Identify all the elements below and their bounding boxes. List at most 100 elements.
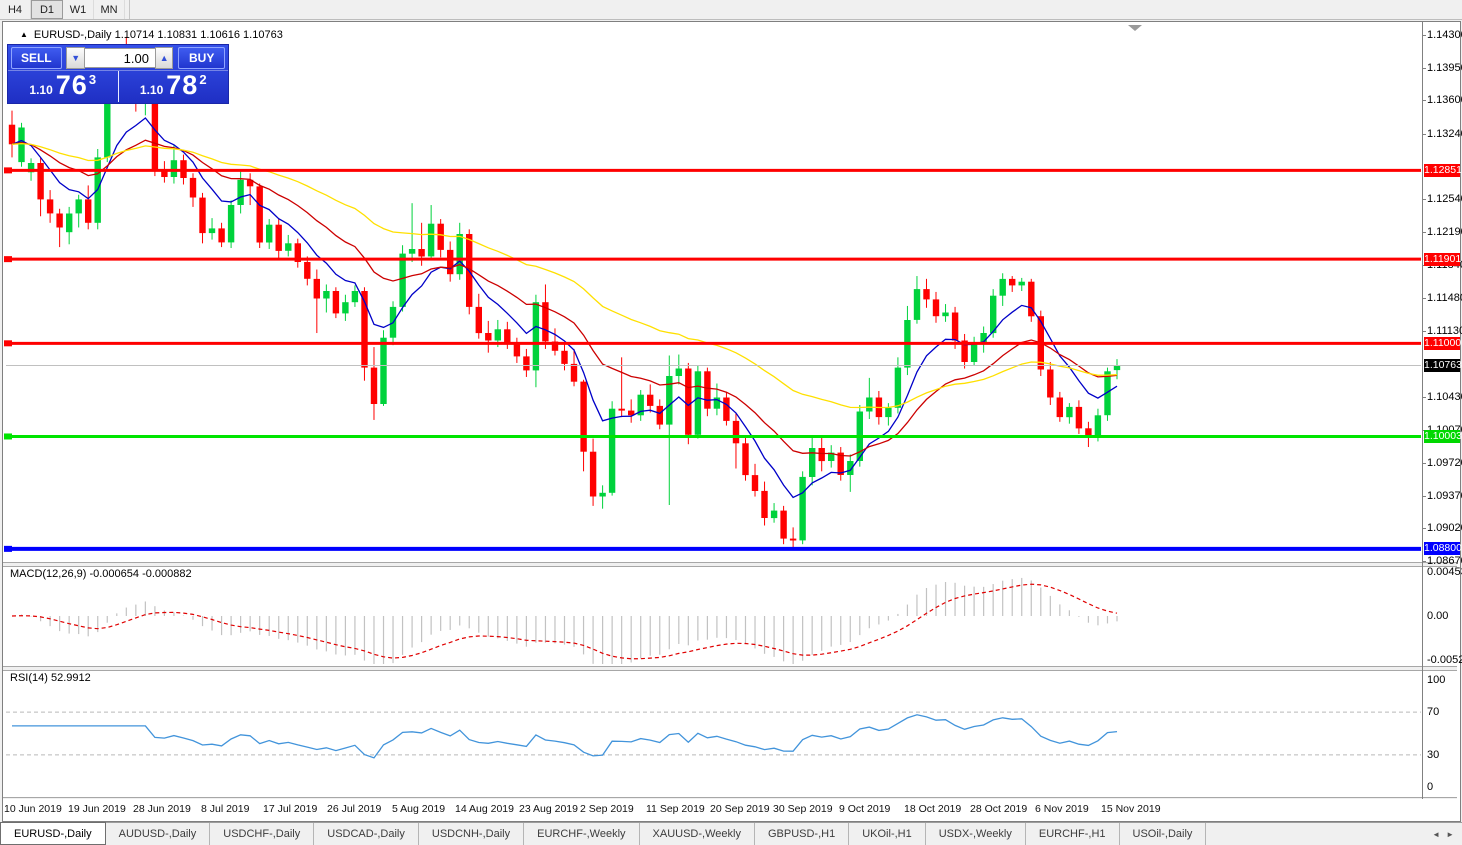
- date-axis-label: 5 Aug 2019: [392, 803, 445, 815]
- rsi-pane-splitter[interactable]: [3, 666, 1457, 671]
- buy-price[interactable]: 1.10 78 2: [119, 71, 229, 102]
- price-tick-mark: [1422, 298, 1426, 299]
- chart-collapse-icon[interactable]: ▲: [20, 30, 28, 39]
- date-axis-label: 19 Jun 2019: [68, 803, 126, 815]
- date-axis-label: 9 Oct 2019: [839, 803, 890, 815]
- buy-price-prefix: 1.10: [140, 83, 163, 97]
- sell-price-sup: 3: [89, 72, 96, 87]
- volume-increase-button[interactable]: ▲: [155, 47, 174, 69]
- chart-tab-bar: EURUSD-,DailyAUDUSD-,DailyUSDCHF-,DailyU…: [0, 822, 1462, 845]
- chart-tab-usdcad-daily[interactable]: USDCAD-,Daily: [314, 823, 419, 845]
- volume-decrease-button[interactable]: ▼: [66, 47, 85, 69]
- price-tick-label: 1.09720: [1427, 457, 1462, 469]
- date-axis-label: 11 Sep 2019: [646, 803, 705, 815]
- date-axis-label: 23 Aug 2019: [519, 803, 578, 815]
- trade-widget-prices: 1.10 76 3 1.10 78 2: [8, 71, 228, 102]
- price-tick-label: 1.14300: [1427, 29, 1462, 41]
- price-tick-label: 1.09020: [1427, 522, 1462, 534]
- chart-tab-usdcnh-daily[interactable]: USDCNH-,Daily: [419, 823, 524, 845]
- date-axis-label: 15 Nov 2019: [1101, 803, 1161, 815]
- chart-tab-usdx-weekly[interactable]: USDX-,Weekly: [926, 823, 1026, 845]
- price-tick-label: 1.09370: [1427, 490, 1462, 502]
- chart-tab-usoil-daily[interactable]: USOil-,Daily: [1120, 823, 1207, 845]
- price-tick-mark: [1422, 397, 1426, 398]
- price-tick-mark: [1422, 331, 1426, 332]
- date-axis-label: 17 Jul 2019: [263, 803, 317, 815]
- buy-button[interactable]: BUY: [178, 47, 225, 69]
- price-axis[interactable]: [1422, 22, 1423, 799]
- chart-tab-usdchf-daily[interactable]: USDCHF-,Daily: [210, 823, 314, 845]
- price-level-label: 1.11901: [1424, 253, 1460, 266]
- price-tick-label: 1.12540: [1427, 193, 1462, 205]
- rsi-label: RSI(14) 52.9912: [10, 672, 91, 684]
- price-tick-label: 1.13240: [1427, 128, 1462, 140]
- price-tick-mark: [1422, 561, 1426, 562]
- price-tick-mark: [1422, 199, 1426, 200]
- rsi-tick-label: 0: [1427, 781, 1433, 793]
- price-tick-mark: [1422, 496, 1426, 497]
- date-axis-label: 18 Oct 2019: [904, 803, 961, 815]
- macd-pane-splitter[interactable]: [3, 562, 1457, 567]
- sell-button[interactable]: SELL: [11, 47, 62, 69]
- chart-tab-gbpusd-h1[interactable]: GBPUSD-,H1: [755, 823, 849, 845]
- date-axis-label: 28 Oct 2019: [970, 803, 1027, 815]
- rsi-tick-label: 100: [1427, 674, 1445, 686]
- price-tick-label: 1.11130: [1427, 325, 1462, 337]
- chart-tab-eurchf-weekly[interactable]: EURCHF-,Weekly: [524, 823, 639, 845]
- price-tick-mark: [1422, 528, 1426, 529]
- buy-price-big: 78: [166, 72, 198, 99]
- macd-label: MACD(12,26,9) -0.000654 -0.000882: [10, 568, 192, 580]
- tab-scroll-nav: ◄►: [1432, 823, 1462, 845]
- macd-tick-label: -0.005205: [1427, 654, 1462, 666]
- volume-input[interactable]: 1.00: [85, 48, 155, 68]
- price-tick-mark: [1422, 463, 1426, 464]
- price-level-label: 1.08800: [1424, 542, 1460, 555]
- rsi-tick-label: 30: [1427, 749, 1439, 761]
- date-axis-label: 14 Aug 2019: [455, 803, 514, 815]
- price-level-label: 1.12851: [1424, 164, 1460, 177]
- price-tick-mark: [1422, 100, 1426, 101]
- macd-tick-label: 0.00: [1427, 610, 1448, 622]
- chart-tab-ukoil-h1[interactable]: UKOil-,H1: [849, 823, 926, 845]
- tab-scroll-right-icon[interactable]: ►: [1446, 830, 1454, 839]
- macd-tick-label: 0.004536: [1427, 566, 1462, 578]
- trade-widget-controls: SELL ▼ 1.00 ▲ BUY: [8, 45, 228, 71]
- sell-price[interactable]: 1.10 76 3: [8, 71, 119, 102]
- date-axis-label: 26 Jul 2019: [327, 803, 381, 815]
- price-tick-mark: [1422, 35, 1426, 36]
- buy-price-sup: 2: [199, 72, 206, 87]
- sell-price-prefix: 1.10: [29, 83, 52, 97]
- chart-tab-xauusd-weekly[interactable]: XAUUSD-,Weekly: [640, 823, 755, 845]
- price-level-label: 1.10763: [1424, 359, 1460, 372]
- one-click-trading-widget: SELL ▼ 1.00 ▲ BUY 1.10 76 3 1.10 78 2: [7, 44, 229, 104]
- chart-tab-eurusd-daily[interactable]: EURUSD-,Daily: [0, 822, 106, 845]
- date-axis-separator: [3, 797, 1457, 799]
- date-axis-label: 6 Nov 2019: [1035, 803, 1089, 815]
- price-tick-label: 1.11480: [1427, 292, 1462, 304]
- date-axis-label: 8 Jul 2019: [201, 803, 249, 815]
- chart-title-text: EURUSD-,Daily 1.10714 1.10831 1.10616 1.…: [34, 29, 283, 41]
- price-tick-label: 1.13950: [1427, 62, 1462, 74]
- price-tick-mark: [1422, 68, 1426, 69]
- date-axis-label: 28 Jun 2019: [133, 803, 191, 815]
- arrow-up-icon: ▲: [160, 53, 169, 63]
- price-level-label: 1.11000: [1424, 337, 1460, 350]
- rsi-tick-label: 70: [1427, 706, 1439, 718]
- date-axis-label: 10 Jun 2019: [4, 803, 62, 815]
- date-axis-label: 2 Sep 2019: [580, 803, 634, 815]
- chart-title: ▲ EURUSD-,Daily 1.10714 1.10831 1.10616 1…: [20, 29, 283, 41]
- price-level-label: 1.10003: [1424, 430, 1460, 443]
- chart-tab-audusd-daily[interactable]: AUDUSD-,Daily: [106, 823, 211, 845]
- sell-price-big: 76: [56, 72, 88, 99]
- price-tick-mark: [1422, 232, 1426, 233]
- date-axis-label: 30 Sep 2019: [773, 803, 833, 815]
- arrow-down-icon: ▼: [71, 53, 80, 63]
- chart-tab-eurchf-h1[interactable]: EURCHF-,H1: [1026, 823, 1120, 845]
- price-tick-label: 1.13600: [1427, 94, 1462, 106]
- price-tick-label: 1.12190: [1427, 226, 1462, 238]
- date-axis-label: 20 Sep 2019: [710, 803, 770, 815]
- chart-canvas[interactable]: [0, 0, 1462, 822]
- tab-scroll-left-icon[interactable]: ◄: [1432, 830, 1440, 839]
- price-tick-label: 1.10430: [1427, 391, 1462, 403]
- price-tick-mark: [1422, 134, 1426, 135]
